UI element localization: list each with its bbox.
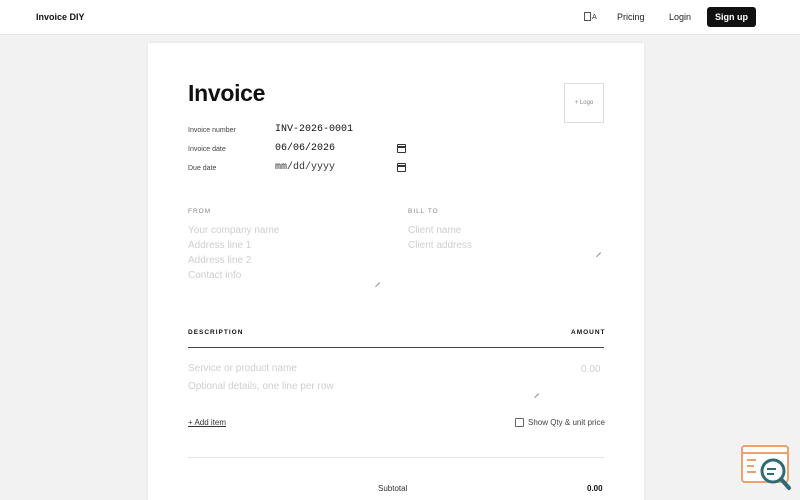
due-date-label: Due date — [188, 165, 217, 172]
bill-to-label: BILL TO — [408, 208, 439, 215]
nav-pricing-link[interactable]: Pricing — [617, 12, 645, 22]
invoice-number-label: Invoice number — [188, 127, 236, 134]
resize-handle-icon[interactable] — [374, 277, 380, 283]
add-logo-button[interactable]: + Logo — [564, 83, 604, 123]
top-navbar: Invoice DIY A Pricing Login Sign up — [0, 0, 800, 35]
subtotal-label: Subtotal — [378, 484, 408, 493]
table-header-divider — [188, 347, 604, 348]
invoice-title: Invoice — [188, 80, 266, 106]
description-column-header: DESCRIPTION — [188, 329, 244, 336]
bill-to-placeholder-line: Client name — [408, 225, 462, 236]
due-date-input[interactable]: mm/dd/yyyy — [275, 162, 335, 173]
add-item-link[interactable]: + Add item — [188, 418, 226, 427]
from-placeholder-line: Your company name — [188, 225, 280, 236]
from-placeholder-line: Address line 1 — [188, 240, 252, 251]
item-name-input[interactable]: Service or product name — [188, 363, 297, 374]
brand-logo[interactable]: Invoice DIY — [36, 12, 85, 22]
invoice-number-input[interactable]: INV-2026-0001 — [275, 124, 353, 135]
calendar-icon[interactable] — [397, 163, 406, 172]
invoice-sheet: Invoice + Logo Invoice number INV-2026-0… — [148, 43, 644, 500]
show-qty-label[interactable]: Show Qty & unit price — [528, 418, 605, 427]
nav-login-link[interactable]: Login — [669, 12, 691, 22]
language-switcher[interactable]: A — [584, 11, 598, 23]
resize-handle-icon[interactable] — [595, 247, 601, 253]
totals-divider — [188, 457, 604, 458]
invoice-date-label: Invoice date — [188, 146, 226, 153]
resize-handle-icon[interactable] — [533, 388, 539, 394]
show-qty-checkbox[interactable] — [515, 418, 524, 427]
from-placeholder-line: Address line 2 — [188, 255, 252, 266]
help-search-icon — [741, 445, 791, 490]
translate-icon — [584, 12, 591, 21]
language-letter: A — [592, 14, 597, 21]
amount-column-header: AMOUNT — [571, 329, 606, 336]
subtotal-value: 0.00 — [587, 484, 603, 493]
help-search-widget[interactable] — [740, 444, 792, 492]
invoice-date-input[interactable]: 06/06/2026 — [275, 143, 335, 154]
item-amount-input[interactable]: 0.00 — [581, 364, 600, 375]
from-placeholder-line: Contact info — [188, 270, 242, 281]
calendar-icon[interactable] — [397, 144, 406, 153]
from-label: FROM — [188, 208, 212, 215]
item-details-input[interactable]: Optional details, one line per row — [188, 381, 334, 392]
signup-button[interactable]: Sign up — [707, 7, 756, 27]
bill-to-placeholder-line: Client address — [408, 240, 472, 251]
